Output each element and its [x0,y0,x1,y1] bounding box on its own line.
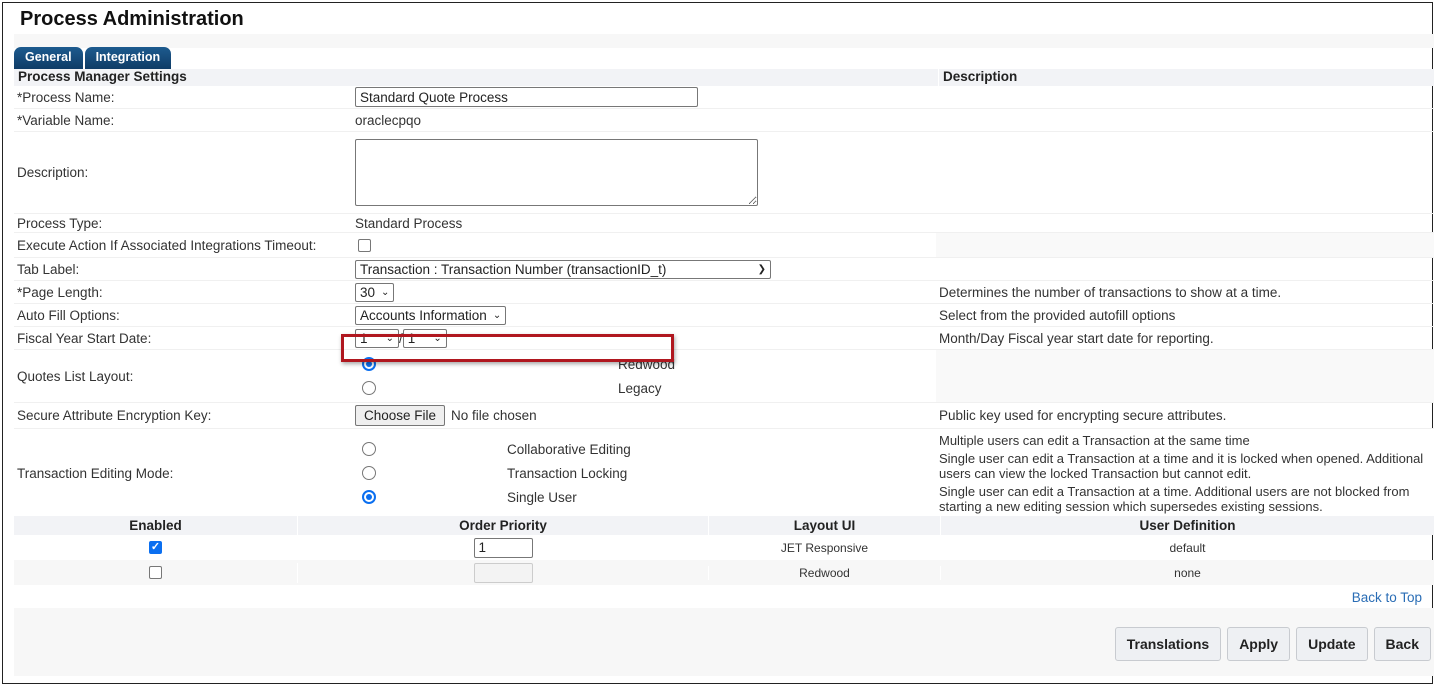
option-label-legacy: Legacy [618,380,662,396]
execute-action-checkbox[interactable] [358,238,371,252]
chevron-down-icon: ⌄ [492,309,502,321]
apply-button[interactable]: Apply [1227,627,1291,661]
tab-label-select[interactable]: Transaction : Transaction Number (transa… [355,259,771,279]
order-priority-input [473,562,533,583]
quotes-layout-label: Quotes List Layout: [17,368,134,384]
fiscal-year-description: Month/Day Fiscal year start date for rep… [939,330,1214,346]
option-label-locking: Transaction Locking [507,465,628,481]
process-name-input[interactable] [355,87,698,107]
option-label-collaborative: Collaborative Editing [507,441,631,457]
description-textarea[interactable] [355,139,758,206]
process-name-label: *Process Name: [17,89,115,105]
radio-redwood[interactable] [362,357,376,371]
tab-general[interactable]: General [14,47,83,69]
encryption-key-description: Public key used for encrypting secure at… [939,408,1227,423]
tab-label-label: Tab Label: [17,261,80,277]
row-tab-label: Tab Label: Transaction : Transaction Num… [14,258,1434,281]
action-buttons: Translations Apply Update Back [1114,627,1431,661]
row-description: Description: [14,132,1434,214]
radio-legacy[interactable] [362,381,376,395]
variable-name-label: *Variable Name: [17,112,115,128]
chevron-down-icon: ⌄ [381,286,390,298]
description-column-header: Description [938,69,1017,86]
row-fiscal-year: Fiscal Year Start Date: 1 ⌄ / 1 ⌄ Month/Da… [14,327,1434,350]
tab-bar: General Integration [14,47,172,69]
layout-table: Enabled Order Priority Layout UI User De… [14,516,1434,585]
single-user-description: Single user can edit a Transaction at a … [939,483,1410,514]
row-process-type: Process Type: Standard Process [14,214,1434,233]
table-row: ✓ JET Responsive default [14,535,1434,560]
header-user-definition: User Definition [940,516,1434,535]
page-length-description: Determines the number of transactions to… [939,284,1282,300]
chevron-down-icon: ⌄ [385,332,394,344]
editing-option-collaborative[interactable]: Collaborative Editing [355,437,936,461]
table-header: Enabled Order Priority Layout UI User De… [14,516,1434,535]
option-label-single-user: Single User [507,489,577,505]
layout-ui-cell: JET Responsive [708,540,940,555]
header-order-priority: Order Priority [297,516,708,535]
process-type-value: Standard Process [355,215,463,231]
fiscal-year-label: Fiscal Year Start Date: [17,330,152,346]
description-label: Description: [17,165,89,180]
radio-collaborative[interactable] [362,442,376,456]
user-definition-cell: none [940,565,1434,580]
table-row: Redwood none [14,560,1434,585]
header-enabled: Enabled [129,518,182,533]
auto-fill-selected: Accounts Information [360,307,487,323]
editing-option-locking[interactable]: Transaction Locking [355,461,936,485]
settings-form: Process Manager Settings Description *Pr… [14,69,1434,531]
fiscal-day-select[interactable]: 1 ⌄ [402,328,447,348]
update-button[interactable]: Update [1296,627,1368,661]
page-length-label: *Page Length: [17,284,103,300]
section-title: Process Manager Settings [18,69,187,84]
page-title: Process Administration [20,8,244,30]
locking-description: Single user can edit a Transaction at a … [939,450,1424,481]
auto-fill-label: Auto Fill Options: [17,307,120,323]
row-auto-fill: Auto Fill Options: Accounts Information ⌄… [14,304,1434,327]
order-priority-input[interactable] [473,537,533,558]
fiscal-day-selected: 1 [407,330,416,346]
row-encryption-key: Secure Attribute Encryption Key: Choose … [14,403,1434,429]
tab-integration[interactable]: Integration [84,47,172,69]
layout-option-legacy[interactable]: Legacy [355,376,936,400]
auto-fill-select[interactable]: Accounts Information ⌄ [355,305,507,325]
row-editing-mode: Transaction Editing Mode: Collaborative … [14,429,1434,518]
row-process-name: *Process Name: [14,86,1434,109]
chevron-down-icon: ❯ [757,263,766,275]
encryption-key-label: Secure Attribute Encryption Key: [17,408,212,423]
variable-name-value: oraclecpqo [355,112,422,128]
page-length-select[interactable]: 30 ⌄ [355,282,395,302]
row-page-length: *Page Length: 30 ⌄ Determines the number … [14,281,1434,304]
execute-action-label: Execute Action If Associated Integration… [17,237,317,253]
header-layout-ui: Layout UI [708,516,940,535]
fiscal-month-select[interactable]: 1 ⌄ [355,328,399,348]
radio-locking[interactable] [362,466,376,480]
row-quotes-layout: Quotes List Layout: Redwood Legacy [14,350,1434,403]
radio-single-user[interactable] [362,490,376,504]
process-type-label: Process Type: [17,215,103,231]
editing-mode-label: Transaction Editing Mode: [17,465,174,481]
row-variable-name: *Variable Name: oraclecpqo [14,109,1434,132]
layout-ui-cell: Redwood [708,565,940,580]
section-header: Process Manager Settings Description [14,69,1434,86]
auto-fill-description: Select from the provided autofill option… [939,307,1176,323]
tab-label-selected: Transaction : Transaction Number (transa… [360,261,667,277]
choose-file-button[interactable]: Choose File [355,405,446,426]
file-status: No file chosen [451,408,537,423]
enabled-checkbox[interactable] [149,566,162,579]
collaborative-description: Multiple users can edit a Transaction at… [939,432,1250,448]
page-length-selected: 30 [360,284,376,300]
back-to-top-link[interactable]: Back to Top [1352,590,1422,605]
translations-button[interactable]: Translations [1114,627,1222,661]
option-label-redwood: Redwood [618,356,676,372]
enabled-checkbox[interactable]: ✓ [149,541,162,554]
editing-option-single-user[interactable]: Single User [355,485,936,509]
chevron-down-icon: ⌄ [433,332,442,344]
fiscal-month-selected: 1 [360,330,368,346]
layout-option-redwood[interactable]: Redwood [355,352,936,376]
title-separator [14,34,1434,48]
back-button[interactable]: Back [1373,627,1431,661]
row-execute-action: Execute Action If Associated Integration… [14,233,1434,258]
user-definition-cell: default [940,540,1434,555]
